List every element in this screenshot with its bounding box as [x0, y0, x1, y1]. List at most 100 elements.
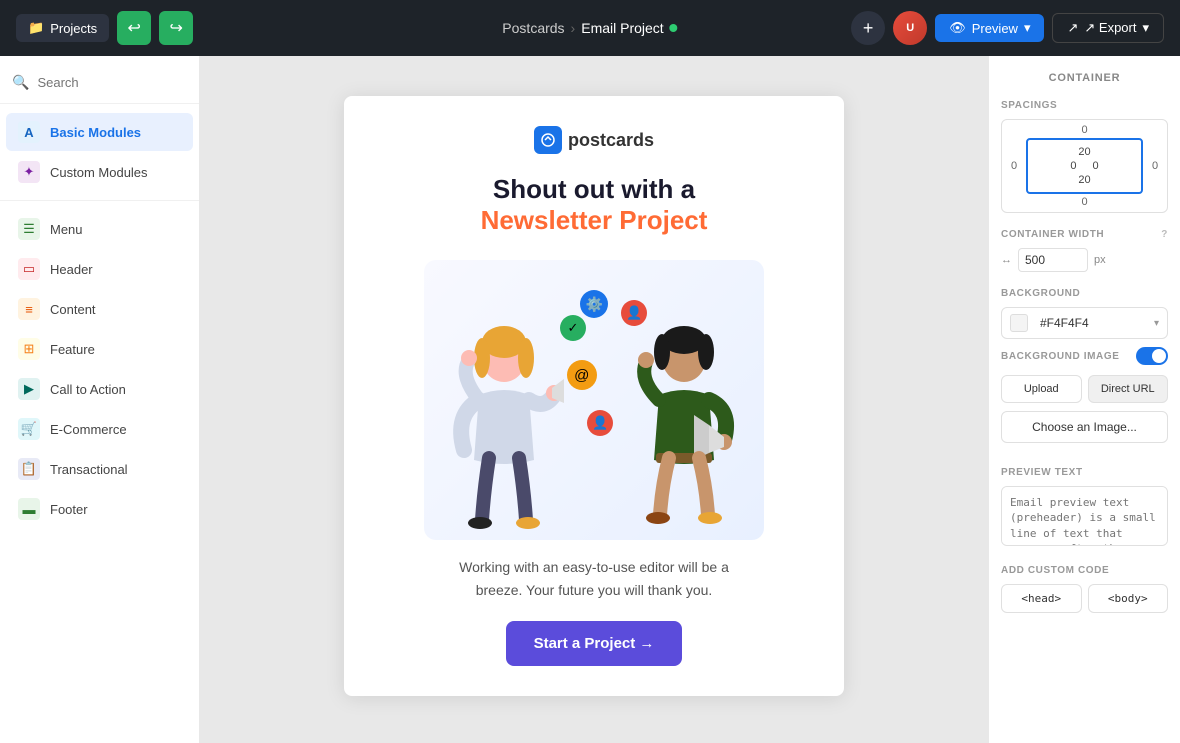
spacing-outer: 0 0 20 0 0 20 0 0: [1006, 124, 1163, 208]
cta-label: Call to Action: [50, 382, 126, 397]
export-button[interactable]: ↗ ↗ Export ▾: [1052, 13, 1164, 43]
breadcrumb-current: Email Project: [581, 20, 663, 36]
email-body-text: Working with an easy-to-use editor will …: [444, 556, 744, 601]
float-icon-user2: 👤: [587, 410, 613, 436]
spacing-inner-top: 20: [1078, 146, 1090, 158]
right-panel: CONTAINER SPACINGS 0 0 20 0 0 20 0: [988, 56, 1180, 743]
email-canvas[interactable]: postcards Shout out with a Newsletter Pr…: [344, 96, 844, 696]
logo-text: postcards: [568, 130, 654, 151]
add-custom-code-label: ADD CUSTOM CODE: [1001, 565, 1168, 576]
sidebar-item-transactional[interactable]: 📋 Transactional: [6, 450, 193, 488]
head-code-button[interactable]: <head>: [1001, 584, 1082, 613]
body-code-button[interactable]: <body>: [1088, 584, 1169, 613]
container-width-label: CONTAINER WIDTH ?: [1001, 229, 1168, 240]
email-logo: postcards: [534, 126, 654, 154]
sidebar-item-header[interactable]: ▭ Header: [6, 250, 193, 288]
sidebar-item-menu[interactable]: ☰ Menu: [6, 210, 193, 248]
help-icon[interactable]: ?: [1161, 229, 1168, 240]
header-label: Header: [50, 262, 93, 277]
status-dot: [670, 24, 678, 32]
sidebar-item-ecommerce[interactable]: 🛒 E-Commerce: [6, 410, 193, 448]
canvas-area: postcards Shout out with a Newsletter Pr…: [200, 56, 988, 743]
footer-label: Footer: [50, 502, 88, 517]
preview-chevron: ▾: [1024, 20, 1031, 36]
background-image-label: BACKGROUND IMAGE: [1001, 351, 1120, 362]
spacing-inner-bottom: 20: [1078, 174, 1090, 186]
spacing-top: 0: [1081, 124, 1087, 136]
email-illustration: ⚙️ ✓ 👤 @ 👤: [424, 260, 764, 540]
footer-icon: ▬: [18, 498, 40, 520]
email-headline: Shout out with a Newsletter Project: [481, 174, 708, 236]
headline-line2: Newsletter Project: [481, 205, 708, 236]
spacing-diagram: 0 0 20 0 0 20 0 0: [1001, 119, 1168, 213]
headline-line1: Shout out with a: [481, 174, 708, 205]
color-chevron-icon: ▾: [1154, 318, 1159, 329]
add-button[interactable]: +: [851, 11, 885, 45]
breadcrumb: Postcards › Email Project: [502, 20, 677, 36]
panel-title: CONTAINER: [1001, 72, 1168, 84]
custom-modules-icon: ✦: [18, 161, 40, 183]
content-label: Content: [50, 302, 96, 317]
sidebar-item-content[interactable]: ≡ Content: [6, 290, 193, 328]
search-box: 🔍: [0, 68, 199, 104]
start-project-button[interactable]: Start a Project →: [506, 621, 683, 666]
folder-icon: 📁: [28, 20, 44, 36]
transactional-icon: 📋: [18, 458, 40, 480]
background-color-row[interactable]: #F4F4F4 ▾: [1001, 307, 1168, 339]
spacing-inner-mid: 0 0: [1070, 160, 1098, 172]
preview-label: Preview: [972, 21, 1018, 36]
sidebar-item-basic-modules[interactable]: A Basic Modules: [6, 113, 193, 151]
choose-image-button[interactable]: Choose an Image...: [1001, 411, 1168, 443]
plus-icon: +: [863, 18, 874, 39]
basic-modules-icon: A: [18, 121, 40, 143]
width-unit: px: [1094, 254, 1106, 266]
background-image-row: BACKGROUND IMAGE: [1001, 347, 1168, 365]
feature-icon: ⊞: [18, 338, 40, 360]
export-chevron: ▾: [1142, 20, 1149, 36]
background-image-toggle[interactable]: [1136, 347, 1168, 365]
export-icon: ↗: [1067, 20, 1078, 36]
menu-icon: ☰: [18, 218, 40, 240]
sidebar-item-call-to-action[interactable]: ▶ Call to Action: [6, 370, 193, 408]
undo-button[interactable]: ↩: [117, 11, 151, 45]
topbar-left: 📁 Projects ↩ ↪: [16, 11, 193, 45]
container-width-text: CONTAINER WIDTH: [1001, 229, 1104, 240]
search-input[interactable]: [37, 75, 187, 90]
transactional-label: Transactional: [50, 462, 128, 477]
preview-button[interactable]: 👁 Preview ▾: [935, 14, 1044, 42]
float-icon-check: ✓: [560, 315, 586, 341]
width-icon: ↔: [1001, 254, 1012, 266]
avatar[interactable]: U: [893, 11, 927, 45]
ecommerce-label: E-Commerce: [50, 422, 127, 437]
sidebar-item-footer[interactable]: ▬ Footer: [6, 490, 193, 528]
logo-icon: [534, 126, 562, 154]
spacing-middle-row: 0 20 0 0 20 0: [1006, 138, 1163, 194]
character-right: [624, 320, 744, 540]
redo-button[interactable]: ↪: [159, 11, 193, 45]
header-icon: ▭: [18, 258, 40, 280]
background-color-value: #F4F4F4: [1040, 316, 1148, 330]
preview-text-input[interactable]: [1001, 486, 1168, 546]
spacing-inner: 20 0 0 20: [1026, 138, 1143, 194]
menu-label: Menu: [50, 222, 83, 237]
eye-icon: 👁: [949, 20, 966, 36]
direct-url-button[interactable]: Direct URL: [1088, 375, 1169, 403]
code-btn-row: <head> <body>: [1001, 584, 1168, 613]
sidebar: 🔍 A Basic Modules ✦ Custom Modules ☰ Men…: [0, 56, 200, 743]
sidebar-item-feature[interactable]: ⊞ Feature: [6, 330, 193, 368]
breadcrumb-parent[interactable]: Postcards: [502, 20, 564, 36]
breadcrumb-separator: ›: [571, 20, 576, 36]
topbar-right: + U 👁 Preview ▾ ↗ ↗ Export ▾: [851, 11, 1164, 45]
projects-button[interactable]: 📁 Projects: [16, 14, 109, 42]
ecommerce-icon: 🛒: [18, 418, 40, 440]
upload-button[interactable]: Upload: [1001, 375, 1082, 403]
container-width-input[interactable]: [1018, 248, 1088, 272]
avatar-initials: U: [906, 22, 914, 34]
sidebar-item-custom-modules[interactable]: ✦ Custom Modules: [6, 153, 193, 191]
topbar: 📁 Projects ↩ ↪ Postcards › Email Project…: [0, 0, 1180, 56]
character-left: [444, 320, 564, 540]
content-icon: ≡: [18, 298, 40, 320]
cta-icon: ▶: [18, 378, 40, 400]
preview-text-label: PREVIEW TEXT: [1001, 467, 1168, 478]
search-icon: 🔍: [12, 74, 29, 91]
